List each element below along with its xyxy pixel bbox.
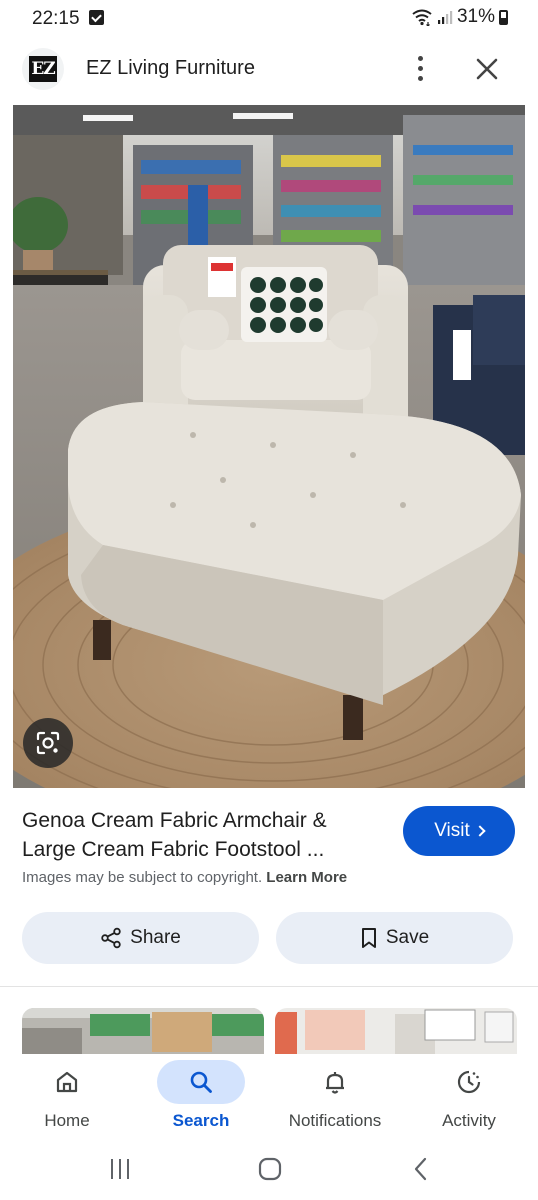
related-image-thumbnail[interactable] [22,1008,264,1054]
product-image[interactable] [13,105,525,788]
nav-item-home[interactable]: Home [0,1054,134,1142]
nav-label-activity: Activity [442,1111,496,1130]
activity-icon [425,1060,513,1104]
site-logo-mark: EZ [29,56,57,82]
share-label: Share [130,927,181,948]
recent-apps-button[interactable] [104,1154,136,1184]
copyright-text: Images may be subject to copyright. [22,869,263,886]
site-logo[interactable]: EZ [22,48,64,90]
signal-icon [437,11,453,24]
close-icon[interactable] [470,52,504,86]
battery-percent: 31% [456,6,495,27]
header: EZ EZ Living Furniture [0,40,538,98]
chevron-right-icon [474,825,486,837]
save-label: Save [385,927,430,948]
nav-item-activity[interactable]: Activity [402,1054,536,1142]
share-button[interactable]: Share [22,912,259,964]
visit-button[interactable]: Visit [403,806,515,856]
more-vert-icon[interactable] [406,52,434,86]
wifi-icon [412,9,432,26]
lens-icon[interactable] [23,718,73,768]
nav-item-search[interactable]: Search [134,1054,268,1142]
nav-label-search: Search [172,1111,230,1130]
back-button[interactable] [406,1154,436,1184]
home-icon [23,1060,111,1104]
bottom-nav: Home Search Notifications Activity [0,1054,538,1142]
status-time: 22:15 [32,8,80,29]
share-icon [101,927,121,949]
bookmark-icon [361,928,376,948]
battery-icon [499,9,508,25]
nav-label-home: Home [44,1111,90,1130]
nav-item-notifications[interactable]: Notifications [268,1054,402,1142]
bell-icon [291,1060,379,1104]
status-right: 31% [411,6,508,28]
site-name[interactable]: EZ Living Furniture [86,57,255,80]
nav-label-notifications: Notifications [288,1111,382,1130]
related-image-thumbnail[interactable] [275,1008,517,1054]
search-icon [157,1060,245,1104]
notification-icon [89,10,104,25]
result-title[interactable]: Genoa Cream Fabric Armchair & Large Crea… [22,806,382,864]
home-button[interactable] [255,1154,285,1184]
save-button[interactable]: Save [276,912,513,964]
status-bar: 22:15 31% [0,0,538,36]
learn-more-link[interactable]: Learn More [266,869,347,886]
divider [0,986,538,987]
visit-label: Visit [434,820,470,841]
copyright-notice: Images may be subject to copyright. Lear… [22,869,347,886]
system-nav-bar [0,1142,538,1200]
